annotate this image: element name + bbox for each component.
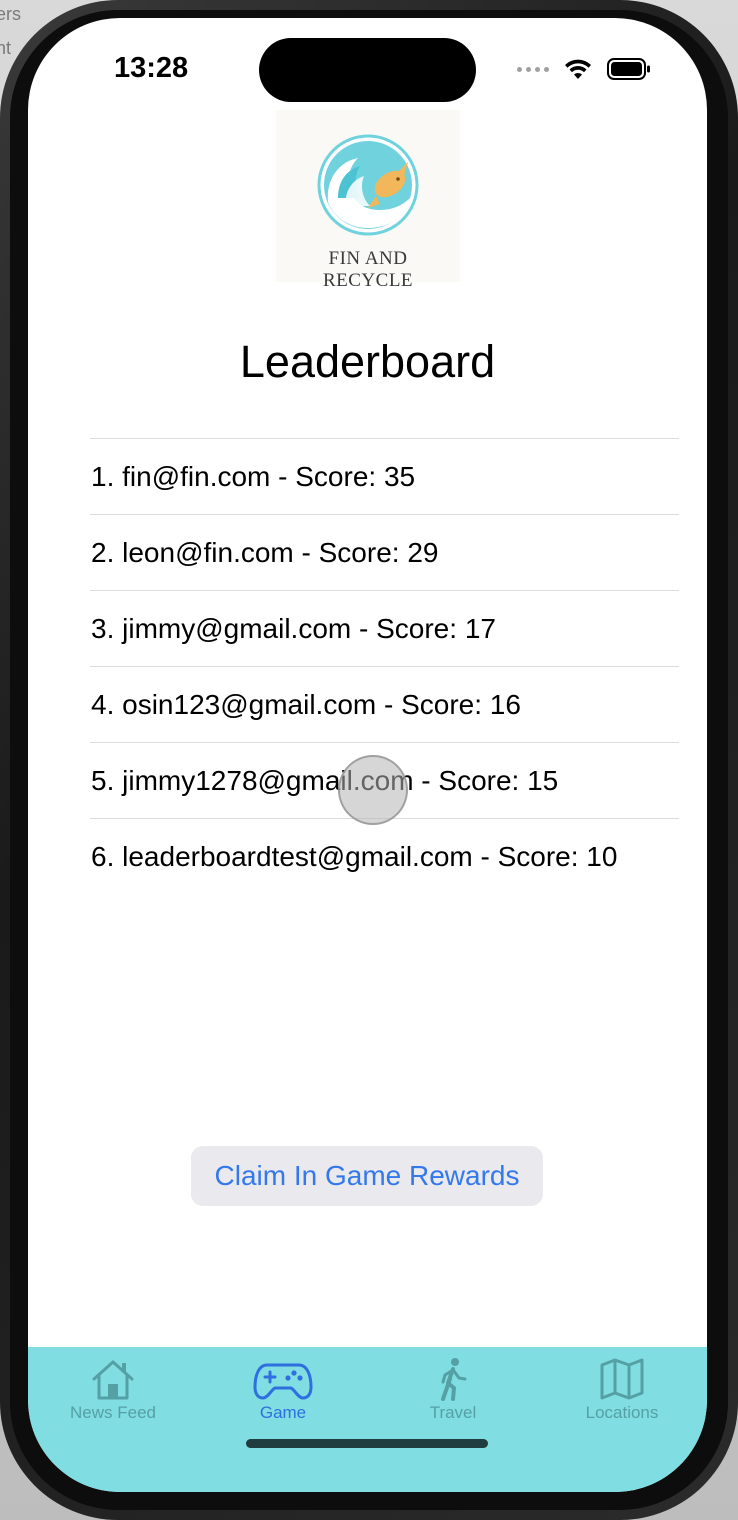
touch-indicator: [338, 755, 408, 825]
map-icon: [600, 1358, 644, 1400]
tab-locations[interactable]: Locations: [537, 1347, 707, 1447]
home-indicator[interactable]: [246, 1439, 488, 1448]
cellular-signal-icon: [517, 66, 549, 72]
house-icon: [92, 1360, 134, 1400]
tab-label: News Feed: [70, 1403, 156, 1422]
tab-travel[interactable]: Travel: [368, 1347, 538, 1447]
tab-bar: News Feed Game Travel Locations: [28, 1347, 707, 1492]
leaderboard-row[interactable]: 2. leon@fin.com - Score: 29: [90, 514, 679, 590]
claim-rewards-button[interactable]: Claim In Game Rewards: [191, 1146, 543, 1206]
leaderboard-list: 1. fin@fin.com - Score: 35 2. leon@fin.c…: [90, 438, 679, 894]
leaderboard-row[interactable]: 3. jimmy@gmail.com - Score: 17: [90, 590, 679, 666]
background-text: ers: [0, 4, 22, 24]
app-logo: FIN AND RECYCLE: [276, 110, 460, 291]
tab-news-feed[interactable]: News Feed: [28, 1347, 198, 1447]
status-time: 13:28: [114, 52, 189, 84]
page-title: Leaderboard: [239, 336, 496, 387]
tab-label: Game: [259, 1403, 307, 1422]
logo-text-line1: FIN AND: [328, 248, 408, 269]
wifi-icon: [563, 57, 593, 81]
background-text: nt: [0, 38, 12, 58]
leaderboard-row[interactable]: 4. osin123@gmail.com - Score: 16: [90, 666, 679, 742]
tab-label: Travel: [429, 1403, 477, 1422]
tab-game[interactable]: Game: [198, 1347, 368, 1447]
walking-figure-icon: [441, 1358, 467, 1401]
leaderboard-row[interactable]: 6. leaderboardtest@gmail.com - Score: 10: [90, 818, 679, 894]
status-icons: [517, 54, 651, 84]
battery-icon: [607, 58, 651, 80]
tab-label: Locations: [585, 1403, 659, 1422]
logo-text-line2: RECYCLE: [322, 270, 414, 291]
app-screen: 13:28 FIN AND RECYCLE Leaderboard 1. fin…: [28, 18, 707, 1492]
leaderboard-row[interactable]: 1. fin@fin.com - Score: 35: [90, 438, 679, 514]
gamecontroller-icon: [253, 1363, 313, 1400]
dynamic-island: [259, 38, 476, 102]
